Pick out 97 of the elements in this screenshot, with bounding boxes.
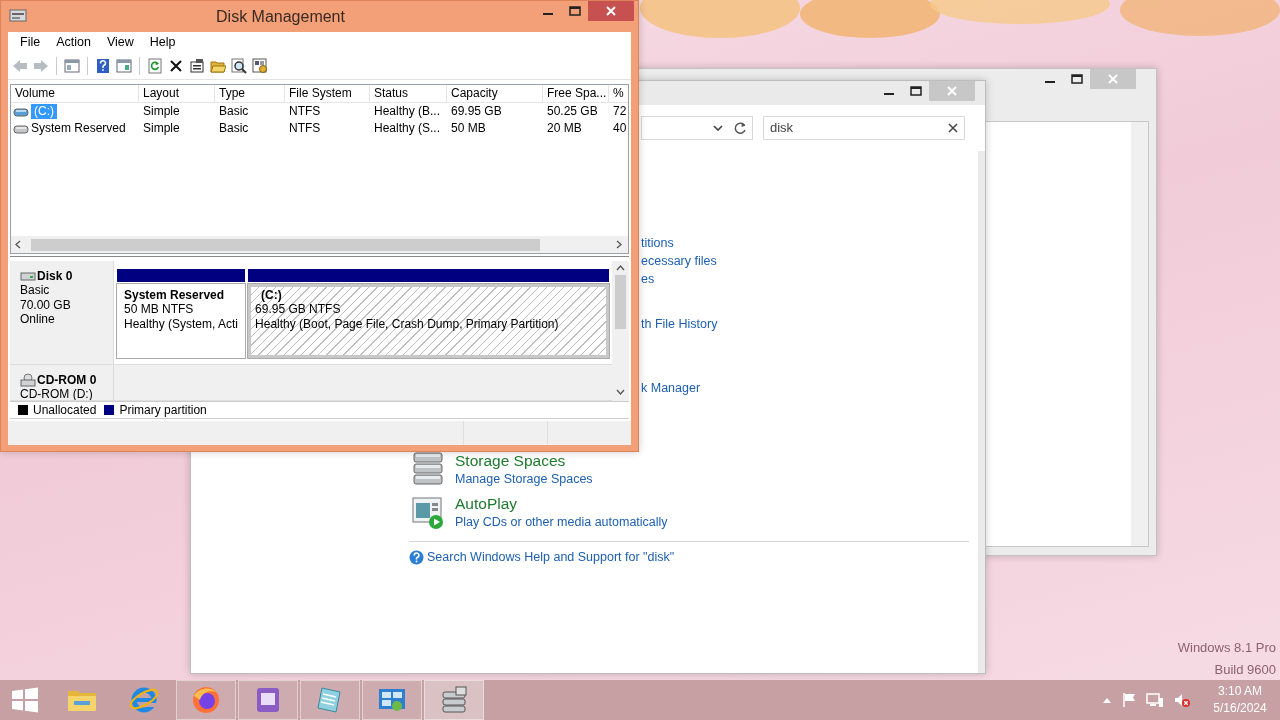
delete-icon[interactable] xyxy=(168,58,184,74)
menu-item[interactable]: Action xyxy=(48,34,99,51)
disk-info: 70.00 GB xyxy=(20,297,72,313)
properties-icon[interactable] xyxy=(189,58,205,74)
dropdown-caret-icon[interactable] xyxy=(713,124,723,132)
section-heading-link[interactable]: Storage Spaces xyxy=(455,451,593,471)
partition-block[interactable]: (C:) 69.95 GB NTFS Healthy (Boot, Page File, Crash Dump, Primary Partition) xyxy=(248,284,609,358)
link[interactable]: es xyxy=(641,270,655,288)
taskbar-button[interactable] xyxy=(362,680,422,720)
partition-name: (C:) xyxy=(260,288,283,303)
disk-info: Online xyxy=(20,312,56,327)
table-cell-text: 72 xyxy=(612,103,628,120)
link[interactable]: ecessary files xyxy=(641,252,717,270)
table-cell-text: Simple xyxy=(142,103,181,120)
legend-label: Unallocated xyxy=(33,402,97,418)
menu-item[interactable]: Help xyxy=(141,34,184,51)
partition-size: 50 MB NTFS xyxy=(124,302,195,317)
maximize-icon[interactable] xyxy=(568,6,581,16)
table-cell-text: 50.25 GB xyxy=(546,103,599,120)
media-play-icon xyxy=(411,494,445,530)
drive-icon xyxy=(13,123,29,134)
scroll-right-icon[interactable] xyxy=(616,240,622,249)
scrollbar[interactable] xyxy=(1131,122,1148,546)
column-header[interactable]: Status xyxy=(370,85,447,103)
link[interactable]: k Manager xyxy=(641,379,701,397)
window-title: Disk Management xyxy=(215,7,346,27)
drive-stack-icon xyxy=(411,451,445,487)
browser-fox-icon xyxy=(190,684,222,716)
scroll-down-icon[interactable] xyxy=(616,389,625,395)
scroll-left-icon[interactable] xyxy=(15,240,21,249)
clear-icon[interactable] xyxy=(948,123,958,133)
link[interactable]: titions xyxy=(641,234,674,252)
partition-size: 69.95 GB NTFS xyxy=(255,302,342,317)
help-icon xyxy=(409,549,424,565)
speaker-icon[interactable] xyxy=(1173,692,1191,708)
search-input[interactable]: disk xyxy=(770,120,920,136)
column-header[interactable]: % xyxy=(609,85,628,103)
disk-info: CD-ROM (D:) xyxy=(20,387,94,400)
table-cell-text: Basic xyxy=(218,103,250,120)
table-cell-text: Healthy (B... xyxy=(373,103,442,120)
partition-block[interactable]: System Reserved 50 MB NTFS Healthy (System, Acti xyxy=(117,284,246,358)
scroll-up-icon[interactable] xyxy=(616,265,625,271)
table-cell-text: NTFS xyxy=(288,120,322,137)
help-icon[interactable] xyxy=(95,58,111,74)
table-cell[interactable]: System Reserved xyxy=(31,121,126,136)
menu-item[interactable]: View xyxy=(98,34,142,51)
maximize-icon[interactable] xyxy=(1070,74,1083,84)
section-heading-link[interactable]: AutoPlay xyxy=(455,494,668,514)
horizontal-scrollbar[interactable] xyxy=(11,236,628,253)
link[interactable]: Play CDs or other media automatically xyxy=(455,514,668,531)
os-watermark-text: Build 9600 xyxy=(1213,661,1276,679)
close-icon[interactable] xyxy=(606,6,616,16)
flag-icon[interactable] xyxy=(1121,692,1137,708)
show-hidden-icons-icon[interactable] xyxy=(1102,696,1112,704)
column-header[interactable]: Type xyxy=(215,85,285,103)
partition-status: Healthy (Boot, Page File, Crash Dump, Primary Partition) xyxy=(255,316,560,332)
table-cell-text: 50 MB xyxy=(450,120,487,137)
table-cell-text: 69.95 GB xyxy=(450,103,503,120)
taskbar-button[interactable] xyxy=(424,680,484,720)
table-cell-text: Healthy (S... xyxy=(373,120,442,137)
table-cell-text: Simple xyxy=(142,120,181,137)
table-cell-text: 40 xyxy=(612,120,628,137)
column-header[interactable]: Layout xyxy=(139,85,215,103)
network-computer-icon[interactable] xyxy=(1146,692,1164,708)
column-header[interactable]: File System xyxy=(285,85,370,103)
optical-drive-icon xyxy=(20,373,36,388)
settings-icon[interactable] xyxy=(252,58,268,74)
window-pane-icon[interactable] xyxy=(116,58,132,74)
disk-name: CD-ROM 0 xyxy=(37,373,97,388)
window-pane-icon[interactable] xyxy=(64,58,80,74)
legend-label: Primary partition xyxy=(119,402,207,418)
disk-management-icon xyxy=(9,7,27,23)
link[interactable]: Manage Storage Spaces xyxy=(455,471,593,488)
taskbar-button[interactable] xyxy=(300,680,360,720)
refresh-icon[interactable] xyxy=(733,121,747,135)
partition-name: System Reserved xyxy=(124,288,226,303)
refresh-icon[interactable] xyxy=(147,58,163,74)
magnifier-icon[interactable] xyxy=(231,58,247,74)
disk-info: Basic xyxy=(20,283,51,298)
table-cell-text: NTFS xyxy=(288,103,322,120)
partition-status: Healthy (System, Acti xyxy=(124,316,239,332)
table-cell-text: 20 MB xyxy=(546,120,583,137)
os-watermark-text: Windows 8.1 Pro xyxy=(1177,639,1276,657)
folder-icon[interactable] xyxy=(210,58,226,74)
link[interactable]: th File History xyxy=(641,315,718,333)
search-field[interactable]: disk xyxy=(763,116,965,140)
taskbar-button[interactable] xyxy=(238,680,298,720)
drive-icon xyxy=(13,106,29,117)
help-link[interactable]: Search Windows Help and Support for "disk" xyxy=(427,548,675,566)
maximize-icon[interactable] xyxy=(909,86,922,96)
disk-name: Disk 0 xyxy=(37,269,73,284)
column-header[interactable]: Free Spa... xyxy=(543,85,609,103)
menu-item[interactable]: File xyxy=(12,34,49,51)
column-header[interactable]: Capacity xyxy=(447,85,543,103)
table-cell-text: Basic xyxy=(218,120,250,137)
column-header[interactable]: Volume xyxy=(11,85,139,103)
taskbar-button[interactable] xyxy=(176,680,236,720)
